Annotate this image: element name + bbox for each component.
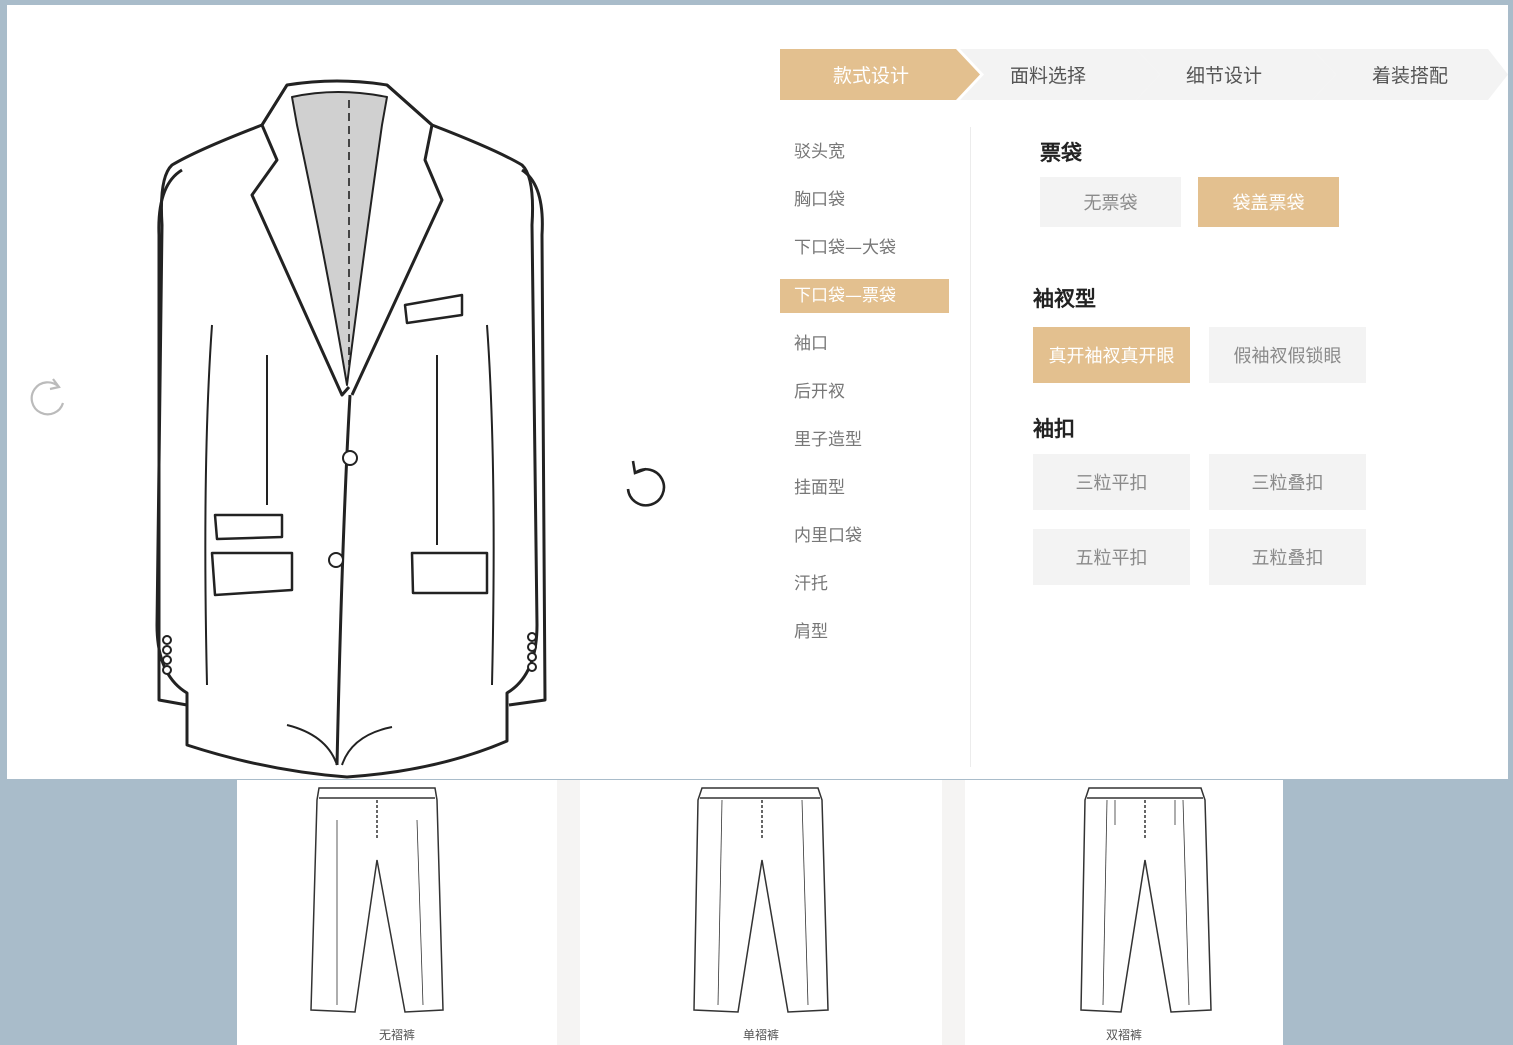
option-three-overlap-buttons[interactable]: 三粒叠扣: [1209, 454, 1366, 510]
section-title-ticket-pocket: 票袋: [1040, 141, 1082, 165]
tab-label: 细节设计: [1185, 65, 1262, 87]
nav-item-shoulder-type[interactable]: 肩型: [780, 615, 949, 649]
pants-card-double-pleat[interactable]: 双褶裤: [965, 780, 1283, 1045]
jacket-preview: [137, 65, 577, 785]
tab-fabric-select[interactable]: 面料选择: [960, 49, 1160, 100]
nav-item-lower-pocket-ticket[interactable]: 下口袋—票袋: [780, 279, 949, 313]
section-title-sleeve-buttons: 袖扣: [1033, 417, 1075, 441]
tab-label: 款式设计: [832, 65, 909, 87]
section-title-sleeve-vent: 袖衩型: [1033, 287, 1096, 311]
option-three-flat-buttons[interactable]: 三粒平扣: [1033, 454, 1190, 510]
rotate-left-icon[interactable]: [25, 367, 71, 427]
nav-item-cuff[interactable]: 袖口: [780, 327, 949, 361]
option-fake-vent-fake-buttonhole[interactable]: 假袖衩假锁眼: [1209, 327, 1366, 383]
pants-double-pleat-icon: [1080, 787, 1212, 1013]
nav-item-lapel-width[interactable]: 驳头宽: [780, 135, 949, 169]
tab-outfit-match[interactable]: 着装搭配: [1312, 49, 1508, 100]
design-step-tabs: 款式设计 面料选择 细节设计 着装搭配: [780, 49, 1508, 100]
option-real-vent-real-buttonhole[interactable]: 真开袖衩真开眼: [1033, 327, 1190, 383]
pants-label: 双褶裤: [1105, 1028, 1142, 1042]
tab-label: 面料选择: [1009, 65, 1086, 87]
nav-item-back-vent[interactable]: 后开衩: [780, 375, 949, 409]
nav-item-inner-pocket[interactable]: 内里口袋: [780, 519, 949, 553]
pants-card-single-pleat[interactable]: 单褶裤: [580, 780, 942, 1045]
nav-item-chest-pocket[interactable]: 胸口袋: [780, 183, 949, 217]
tab-detail-design[interactable]: 细节设计: [1136, 49, 1336, 100]
jacket-drawing: [155, 79, 547, 779]
nav-item-sweat-pad[interactable]: 汗托: [780, 567, 949, 601]
option-five-overlap-buttons[interactable]: 五粒叠扣: [1209, 529, 1366, 585]
pants-single-pleat-icon: [693, 787, 829, 1013]
rotate-right-icon[interactable]: [613, 453, 673, 513]
option-flap-ticket-pocket[interactable]: 袋盖票袋: [1198, 177, 1339, 227]
main-panel: 款式设计 面料选择 细节设计 着装搭配 驳头宽 胸口袋 下口袋—大袋 下口袋—票…: [7, 5, 1508, 779]
pants-card-no-pleat[interactable]: 无褶裤: [237, 780, 557, 1045]
option-no-ticket-pocket[interactable]: 无票袋: [1040, 177, 1181, 227]
pants-label: 无褶裤: [378, 1028, 415, 1042]
nav-item-lining-style[interactable]: 里子造型: [780, 423, 949, 457]
pants-no-pleat-icon: [310, 787, 444, 1013]
pants-label: 单褶裤: [742, 1028, 779, 1042]
tab-style-design[interactable]: 款式设计: [780, 49, 980, 100]
style-category-nav: 驳头宽 胸口袋 下口袋—大袋 下口袋—票袋 袖口 后开衩 里子造型 挂面型 内里…: [780, 127, 971, 767]
tab-label: 着装搭配: [1371, 65, 1448, 87]
nav-item-lower-pocket-large[interactable]: 下口袋—大袋: [780, 231, 949, 265]
option-five-flat-buttons[interactable]: 五粒平扣: [1033, 529, 1190, 585]
nav-item-facing-type[interactable]: 挂面型: [780, 471, 949, 505]
